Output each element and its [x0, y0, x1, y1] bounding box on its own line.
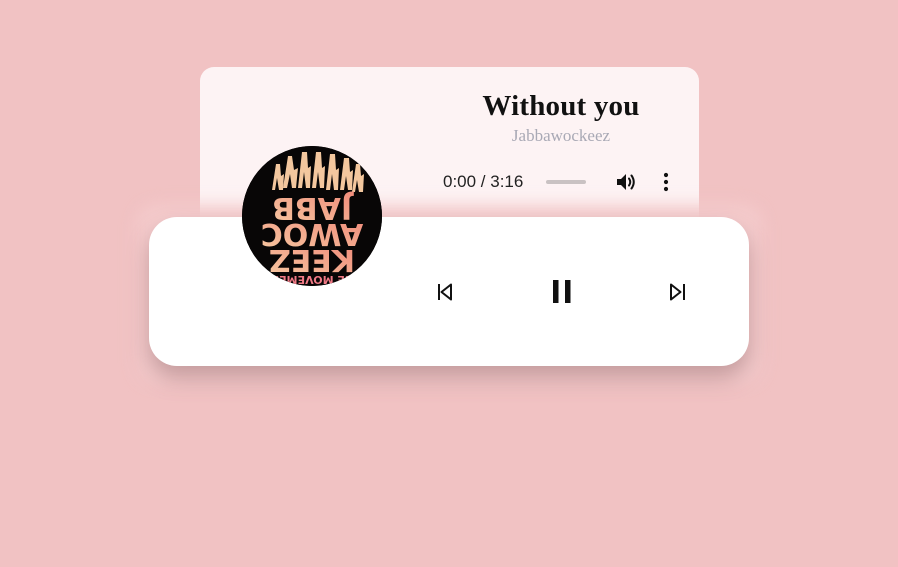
more-vertical-icon[interactable] — [660, 172, 672, 192]
skip-previous-icon — [438, 283, 452, 301]
skip-next-icon — [670, 283, 685, 301]
album-cover: THE MOVEMENT KEEZ AWOC JABB — [242, 146, 382, 286]
seek-slider[interactable] — [546, 180, 586, 184]
previous-button[interactable] — [432, 280, 458, 304]
music-player: Without you Jabbawockeez 0:00 / 3:16 THE… — [0, 0, 898, 567]
volume-icon[interactable] — [616, 172, 638, 192]
next-button[interactable] — [666, 280, 692, 304]
track-title: Without you — [482, 90, 640, 122]
album-art-image: THE MOVEMENT KEEZ AWOC JABB — [242, 146, 382, 286]
audio-player-bar: 0:00 / 3:16 — [430, 166, 692, 198]
track-artist: Jabbawockeez — [511, 126, 611, 145]
pause-button[interactable] — [547, 276, 577, 308]
cover-line-1: JABB — [272, 190, 354, 225]
time-display: 0:00 / 3:16 — [443, 172, 524, 191]
pause-icon — [553, 280, 571, 303]
